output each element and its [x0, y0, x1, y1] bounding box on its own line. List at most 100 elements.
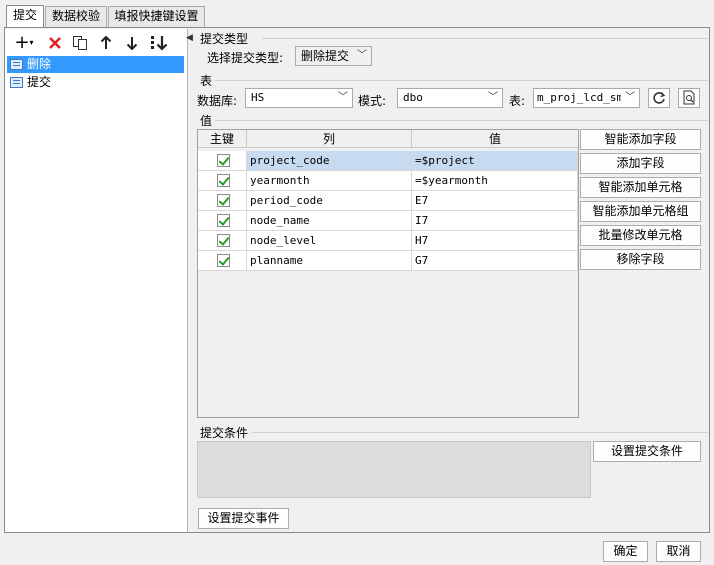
- database-select[interactable]: HS ﹀: [245, 88, 353, 108]
- sort-button[interactable]: [149, 33, 169, 53]
- add-field-button[interactable]: 添加字段: [580, 153, 701, 174]
- submit-type-value: 删除提交: [301, 49, 350, 63]
- table-row[interactable]: node_name I7: [198, 211, 578, 231]
- checkbox-checked[interactable]: [217, 194, 230, 207]
- divider: [252, 432, 708, 433]
- tree-item-label: 提交: [27, 75, 52, 89]
- tree-item-submit[interactable]: 提交: [7, 74, 184, 91]
- smart-add-cell-button[interactable]: 智能添加单元格: [580, 177, 701, 198]
- tab-shortcut-settings-label: 填报快捷键设置: [114, 9, 199, 23]
- schema-select[interactable]: dbo ﹀: [397, 88, 503, 108]
- smart-add-cell-group-button[interactable]: 智能添加单元格组: [580, 201, 701, 222]
- value-cell[interactable]: I7: [412, 211, 578, 231]
- checkbox-checked[interactable]: [217, 174, 230, 187]
- copy-button[interactable]: [70, 33, 90, 53]
- tab-data-validation-label: 数据校验: [51, 9, 100, 23]
- tab-shortcut-settings[interactable]: 填报快捷键设置: [108, 6, 205, 27]
- remove-field-button[interactable]: 移除字段: [580, 249, 701, 270]
- plus-icon: +: [14, 32, 30, 53]
- divider: [215, 80, 708, 81]
- delete-x-icon: [49, 37, 61, 49]
- smart-add-field-button[interactable]: 智能添加字段: [580, 129, 701, 150]
- value-cell[interactable]: H7: [412, 231, 578, 251]
- tab-submit[interactable]: 提交: [6, 5, 44, 28]
- column-cell[interactable]: period_code: [247, 191, 412, 211]
- table-row[interactable]: node_level H7: [198, 231, 578, 251]
- database-value: HS: [251, 91, 265, 104]
- ok-button[interactable]: 确定: [603, 541, 648, 562]
- key-cell[interactable]: [198, 171, 247, 191]
- values-table: 主键 列 值 project_code =$project yearmonth …: [197, 129, 579, 418]
- tree-item-delete[interactable]: 删除: [7, 56, 184, 73]
- checkbox-checked[interactable]: [217, 234, 230, 247]
- table-row[interactable]: yearmonth =$yearmonth: [198, 171, 578, 191]
- chevron-down-icon: ﹀: [621, 89, 639, 107]
- column-header-column[interactable]: 列: [247, 130, 412, 148]
- chevron-down-icon: ﹀: [488, 92, 498, 103]
- dropdown-arrow-icon: ▾: [29, 38, 34, 47]
- tree-item-label: 删除: [27, 57, 52, 71]
- cancel-button[interactable]: 取消: [656, 541, 701, 562]
- collapse-left-icon[interactable]: ◀: [186, 33, 193, 43]
- column-cell[interactable]: node_name: [247, 211, 412, 231]
- column-cell[interactable]: node_level: [247, 231, 412, 251]
- move-up-button[interactable]: [96, 33, 116, 53]
- submit-type-label: 选择提交类型:: [207, 51, 284, 65]
- value-cell[interactable]: =$yearmonth: [412, 171, 578, 191]
- move-down-button[interactable]: [122, 33, 142, 53]
- arrow-up-icon: [100, 35, 112, 49]
- set-condition-button[interactable]: 设置提交条件: [593, 441, 701, 462]
- table-section-label: 表: [200, 74, 213, 88]
- chevron-down-icon: ﹀: [357, 50, 367, 61]
- column-header-value[interactable]: 值: [412, 130, 578, 148]
- arrow-down-icon: [126, 37, 138, 51]
- tab-submit-label: 提交: [12, 8, 37, 22]
- value-cell[interactable]: G7: [412, 251, 578, 271]
- column-cell[interactable]: planname: [247, 251, 412, 271]
- copy-icon: [73, 36, 87, 50]
- key-cell[interactable]: [198, 231, 247, 251]
- tab-data-validation[interactable]: 数据校验: [45, 6, 107, 27]
- table-select[interactable]: m_proj_lcd_sm ﹀: [533, 88, 640, 108]
- refresh-button[interactable]: [648, 88, 670, 108]
- sort-down-icon: [151, 36, 168, 51]
- batch-edit-cell-button[interactable]: 批量修改单元格: [580, 225, 701, 246]
- value-cell[interactable]: E7: [412, 191, 578, 211]
- divider: [215, 120, 708, 121]
- submit-type-section-label: 提交类型: [200, 32, 249, 46]
- table-value: m_proj_lcd_sm: [537, 91, 624, 104]
- checkbox-checked[interactable]: [217, 254, 230, 267]
- document-search-icon: [683, 90, 695, 105]
- chevron-down-icon: ﹀: [338, 92, 348, 103]
- value-cell[interactable]: =$project: [412, 151, 578, 171]
- column-cell[interactable]: yearmonth: [247, 171, 412, 191]
- table-label: 表:: [509, 94, 526, 108]
- column-header-key[interactable]: 主键: [198, 130, 247, 148]
- schema-value: dbo: [403, 91, 423, 104]
- table-row[interactable]: planname G7: [198, 251, 578, 271]
- table-row[interactable]: period_code E7: [198, 191, 578, 211]
- left-panel: [5, 29, 188, 532]
- submit-type-select[interactable]: 删除提交 ﹀: [295, 46, 372, 66]
- refresh-icon: [653, 92, 666, 104]
- condition-section-label: 提交条件: [200, 426, 249, 440]
- delete-button[interactable]: [45, 33, 65, 53]
- checkbox-checked[interactable]: [217, 154, 230, 167]
- schema-label: 模式:: [358, 94, 387, 108]
- preview-table-button[interactable]: [678, 88, 700, 108]
- column-cell[interactable]: project_code: [247, 151, 412, 171]
- key-cell[interactable]: [198, 251, 247, 271]
- key-cell[interactable]: [198, 211, 247, 231]
- add-dropdown-button[interactable]: +▾: [11, 33, 37, 53]
- set-event-button[interactable]: 设置提交事件: [198, 508, 289, 529]
- form-icon: [10, 59, 23, 70]
- key-cell[interactable]: [198, 151, 247, 171]
- values-section-label: 值: [200, 114, 213, 128]
- database-label: 数据库:: [197, 94, 238, 108]
- condition-display: [197, 441, 591, 498]
- checkbox-checked[interactable]: [217, 214, 230, 227]
- key-cell[interactable]: [198, 191, 247, 211]
- form-icon: [10, 77, 23, 88]
- table-row[interactable]: project_code =$project: [198, 151, 578, 171]
- divider: [262, 38, 708, 39]
